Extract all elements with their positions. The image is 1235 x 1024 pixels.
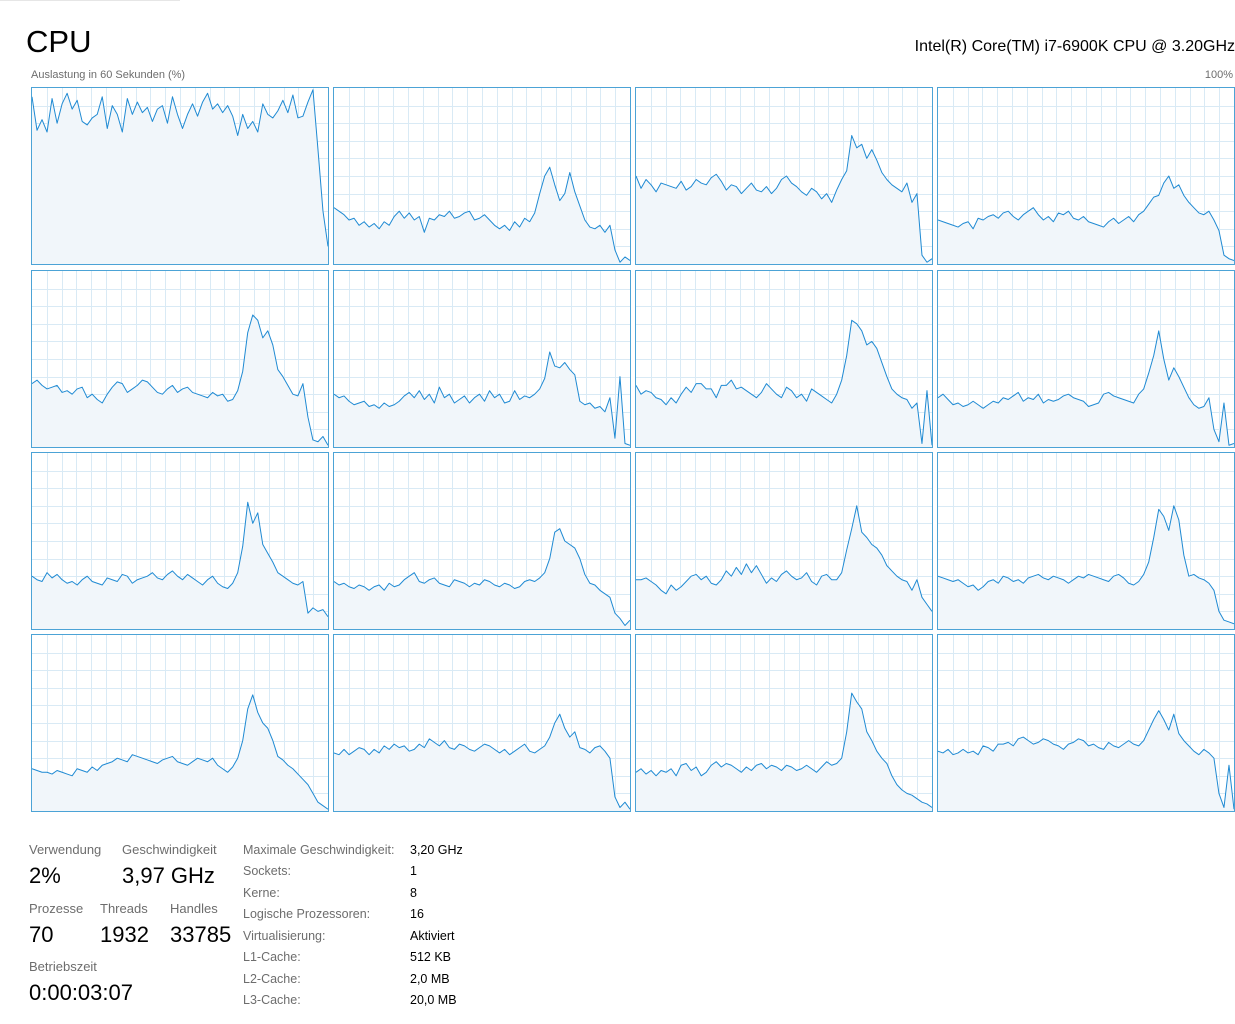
max-speed-value: 3,20 GHz [410,843,463,857]
l3-cache-value: 20,0 MB [410,993,457,1007]
core-graph-0[interactable] [31,87,329,265]
graph-axis-label: Auslastung in 60 Sekunden (%) [31,69,186,81]
threads-value: 1932 [100,922,149,947]
core-graph-plot [636,88,932,264]
core-graph-15[interactable] [937,634,1235,812]
core-graph-plot [334,88,630,264]
core-graph-6[interactable] [635,270,933,448]
handles-label: Handles [170,901,218,916]
threads-label: Threads [100,901,148,916]
sockets-value: 1 [410,864,417,878]
core-graph-plot [32,635,328,811]
l1-cache-label: L1-Cache: [243,950,301,964]
logical-processors-label: Logische Prozessoren: [243,907,371,921]
core-graph-12[interactable] [31,634,329,812]
core-graph-plot [938,271,1234,447]
logical-processors-value: 16 [410,907,424,921]
core-graph-5[interactable] [333,270,631,448]
cores-label: Kerne: [243,886,280,900]
speed-value: 3,97 GHz [122,863,215,888]
sockets-label: Sockets: [243,864,291,878]
core-graph-plot [334,271,630,447]
core-graph-plot [32,271,328,447]
cpu-graph-grid [0,0,1235,820]
uptime-label: Betriebszeit [29,959,97,974]
core-graph-11[interactable] [937,452,1235,630]
core-graph-10[interactable] [635,452,933,630]
max-speed-label: Maximale Geschwindigkeit: [243,843,395,857]
processor-name: Intel(R) Core(TM) i7-6900K CPU @ 3.20GHz [914,38,1235,55]
top-divider [0,0,180,1]
core-graph-plot [334,635,630,811]
core-graph-7[interactable] [937,270,1235,448]
core-graph-14[interactable] [635,634,933,812]
processes-label: Prozesse [29,901,84,916]
usage-value: 2% [29,863,61,888]
processes-value: 70 [29,922,54,947]
core-graph-8[interactable] [31,452,329,630]
cores-value: 8 [410,886,417,900]
uptime-value: 0:00:03:07 [29,980,133,1005]
virtualization-value: Aktiviert [410,929,455,943]
core-graph-plot [938,88,1234,264]
graph-axis-max: 100% [1204,69,1233,81]
page-title: CPU [26,24,92,59]
core-graph-plot [334,453,630,629]
handles-value: 33785 [170,922,232,947]
speed-label: Geschwindigkeit [122,842,217,857]
core-graph-plot [938,635,1234,811]
virtualization-label: Virtualisierung: [243,929,326,943]
core-graph-3[interactable] [937,87,1235,265]
core-graph-13[interactable] [333,634,631,812]
core-graph-2[interactable] [635,87,933,265]
core-graph-plot [636,271,932,447]
core-graph-9[interactable] [333,452,631,630]
l2-cache-value: 2,0 MB [410,972,450,986]
core-graph-plot [636,453,932,629]
l1-cache-value: 512 KB [410,950,452,964]
l3-cache-label: L3-Cache: [243,993,301,1007]
l2-cache-label: L2-Cache: [243,972,301,986]
core-graph-4[interactable] [31,270,329,448]
core-graph-plot [32,88,328,264]
core-graph-1[interactable] [333,87,631,265]
core-graph-plot [32,453,328,629]
usage-label: Verwendung [29,842,102,857]
core-graph-plot [636,635,932,811]
core-graph-plot [938,453,1234,629]
